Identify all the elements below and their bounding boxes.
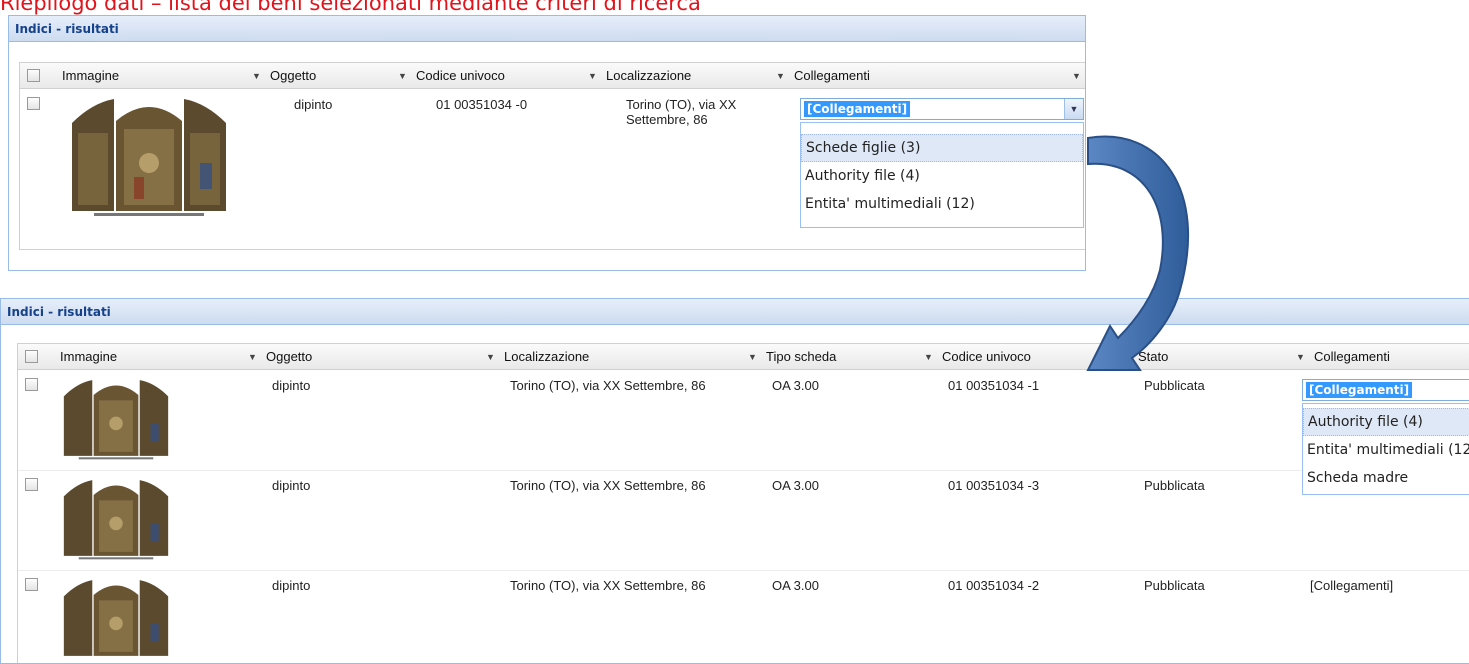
triptych-thumbnail[interactable]	[58, 476, 174, 560]
collegamenti-dropdown[interactable]: Schede figlie (3) Authority file (4) Ent…	[800, 122, 1084, 228]
select-all-checkbox[interactable]	[25, 350, 38, 363]
chevron-down-icon[interactable]: ▼	[1064, 99, 1083, 119]
dropdown-item-authority-file[interactable]: Authority file (4)	[801, 162, 1083, 190]
row-checkbox[interactable]	[25, 578, 38, 591]
chevron-down-icon[interactable]: ▼	[588, 63, 597, 89]
dropdown-item-scheda-madre[interactable]: Scheda madre	[1303, 464, 1469, 492]
cell-oggetto: dipinto	[272, 578, 311, 593]
column-header-codice-univoco[interactable]: Codice univoco	[410, 63, 505, 89]
slide-title: Riepilogo dati – lista dei beni selezion…	[0, 0, 701, 15]
column-header-codice-univoco[interactable]: Codice univoco	[936, 344, 1031, 370]
cell-codice-univoco: 01 00351034 -0	[436, 97, 528, 112]
cell-oggetto: dipinto	[294, 97, 333, 112]
cell-tipo-scheda: OA 3.00	[772, 578, 819, 593]
top-results-panel: Indici - risultati Immagine ▼ Oggetto ▼ …	[8, 15, 1086, 271]
column-header-oggetto[interactable]: Oggetto	[264, 63, 316, 89]
panel-title: Indici - risultati	[1, 299, 1469, 325]
column-header-oggetto[interactable]: Oggetto	[260, 344, 312, 370]
collegamenti-combo[interactable]: [Collegamenti]	[1302, 379, 1469, 401]
dropdown-item-authority-file[interactable]: Authority file (4)	[1303, 408, 1469, 436]
cell-codice-univoco: 01 00351034 -3	[948, 478, 1040, 493]
chevron-down-icon[interactable]: ▼	[486, 344, 495, 370]
collegamenti-dropdown[interactable]: Authority file (4) Entita' multimediali …	[1302, 403, 1469, 495]
cell-localizzazione: Torino (TO), via XX Settembre, 86	[510, 578, 706, 593]
chevron-down-icon[interactable]: ▼	[1296, 344, 1305, 370]
triptych-thumbnail[interactable]	[64, 93, 234, 217]
grid-header: Immagine ▼ Oggetto ▼ Localizzazione ▼ Ti…	[18, 344, 1469, 370]
row-checkbox[interactable]	[27, 97, 40, 110]
collegamenti-link[interactable]: [Collegamenti]	[1310, 578, 1393, 593]
chevron-down-icon[interactable]: ▼	[1072, 63, 1081, 89]
select-all-checkbox[interactable]	[27, 69, 40, 82]
collegamenti-combo[interactable]: [Collegamenti] ▼	[800, 98, 1084, 120]
top-results-grid: Immagine ▼ Oggetto ▼ Codice univoco ▼ Lo…	[19, 62, 1085, 250]
combo-selected-value: [Collegamenti]	[804, 101, 911, 117]
chevron-down-icon[interactable]: ▼	[776, 63, 785, 89]
chevron-down-icon[interactable]: ▼	[748, 344, 757, 370]
column-header-immagine[interactable]: Immagine	[54, 344, 117, 370]
cell-localizzazione: Torino (TO), via XX Settembre, 86	[510, 378, 706, 393]
triptych-thumbnail[interactable]	[58, 376, 174, 460]
dropdown-item-entita-multimediali[interactable]: Entita' multimediali (12)	[801, 190, 1083, 218]
bottom-results-panel: Indici - risultati Immagine ▼ Oggetto ▼ …	[0, 298, 1469, 664]
cell-localizzazione: Torino (TO), via XX Settembre, 86	[510, 478, 706, 493]
column-header-tipo-scheda[interactable]: Tipo scheda	[760, 344, 836, 370]
column-header-collegamenti[interactable]: Collegamenti	[788, 63, 870, 89]
cell-stato: Pubblicata	[1144, 578, 1205, 593]
chevron-down-icon[interactable]: ▼	[398, 63, 407, 89]
grid-header: Immagine ▼ Oggetto ▼ Codice univoco ▼ Lo…	[20, 63, 1085, 89]
column-header-immagine[interactable]: Immagine	[56, 63, 119, 89]
bottom-results-grid: Immagine ▼ Oggetto ▼ Localizzazione ▼ Ti…	[17, 343, 1469, 663]
cell-oggetto: dipinto	[272, 478, 311, 493]
column-header-localizzazione[interactable]: Localizzazione	[600, 63, 691, 89]
cell-codice-univoco: 01 00351034 -1	[948, 378, 1040, 393]
row-checkbox[interactable]	[25, 378, 38, 391]
row-checkbox[interactable]	[25, 478, 38, 491]
cell-codice-univoco: 01 00351034 -2	[948, 578, 1040, 593]
column-header-collegamenti[interactable]: Collegamenti	[1308, 344, 1390, 370]
cell-tipo-scheda: OA 3.00	[772, 378, 819, 393]
triptych-thumbnail[interactable]	[58, 576, 174, 660]
cell-localizzazione: Torino (TO), via XX Settembre, 86	[626, 97, 737, 127]
curved-arrow-icon	[1086, 135, 1190, 371]
chevron-down-icon[interactable]: ▼	[248, 344, 257, 370]
dropdown-item-schede-figlie[interactable]: Schede figlie (3)	[801, 134, 1083, 162]
chevron-down-icon[interactable]: ▼	[924, 344, 933, 370]
chevron-down-icon[interactable]: ▼	[252, 63, 261, 89]
cell-stato: Pubblicata	[1144, 378, 1205, 393]
panel-title: Indici - risultati	[9, 16, 1085, 42]
cell-stato: Pubblicata	[1144, 478, 1205, 493]
column-header-localizzazione[interactable]: Localizzazione	[498, 344, 589, 370]
cell-tipo-scheda: OA 3.00	[772, 478, 819, 493]
cell-oggetto: dipinto	[272, 378, 311, 393]
combo-selected-value: [Collegamenti]	[1306, 382, 1413, 398]
dropdown-item-entita-multimediali[interactable]: Entita' multimediali (12)	[1303, 436, 1469, 464]
